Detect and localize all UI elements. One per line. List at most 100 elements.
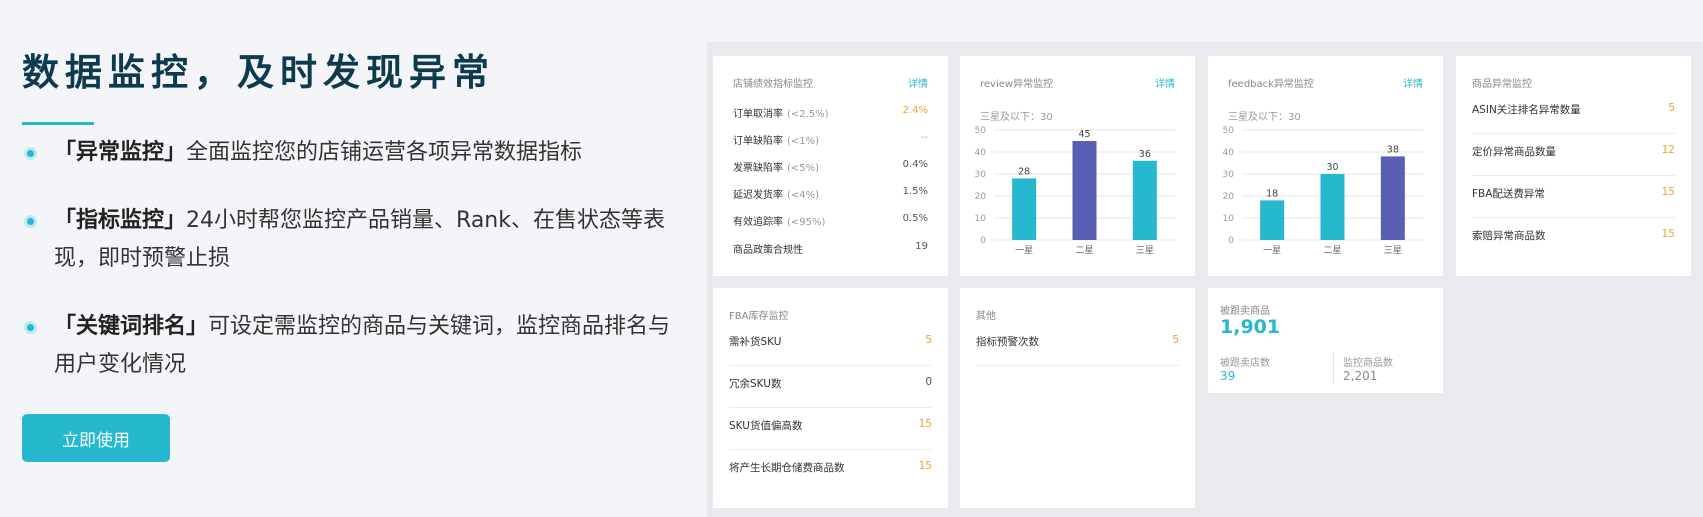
follow-sell-value: 1,901 (1220, 316, 1281, 338)
product-row: ASIN关注排名异常数量 5 (1472, 92, 1675, 134)
feature-item-metrics: 「指标监控」24小时帮您监控产品销量、Rank、在售状态等表现，即时预警止损 (22, 202, 672, 278)
row-value: 0 (925, 376, 932, 388)
details-link[interactable]: 详情 (908, 75, 928, 90)
bar (1012, 178, 1037, 240)
y-tick-label: 40 (1223, 148, 1235, 158)
product-row: 索赔异常商品数 15 (1472, 218, 1675, 260)
divider (1333, 352, 1334, 384)
feedback-bar-chart: 0 10 20 30 40 50 18 一星 30 二星 38 三星 (1223, 126, 1423, 256)
feature-highlight: 「关键词排名」 (54, 314, 209, 339)
row-value: 15 (1661, 228, 1675, 240)
use-now-button[interactable]: 立即使用 (22, 414, 170, 462)
y-tick-label: 30 (1223, 170, 1235, 180)
y-tick-label: 0 (980, 236, 986, 246)
review-bar-chart: 0 10 20 30 40 50 28 一星 45 二星 36 三星 (975, 126, 1175, 256)
y-tick-label: 20 (975, 192, 987, 202)
row-value: 12 (1661, 144, 1675, 156)
metric-label: 订单缺陷率 (733, 136, 783, 147)
row-label: 需补货SKU (729, 336, 782, 348)
feature-highlight: 「异常监控」 (54, 140, 187, 165)
metric-label: 订单取消率 (733, 109, 783, 120)
row-label: 定价异常商品数量 (1472, 146, 1556, 158)
row-value: 15 (918, 418, 932, 430)
metric-condition: (<1%) (787, 136, 820, 147)
review-monitor-card: review异常监控 详情 三星及以下：30 0 10 20 30 40 50 28 一星 45… (960, 56, 1195, 276)
feature-item-keywords: 「关键词排名」可设定需监控的商品与关键词，监控商品排名与用户变化情况 (22, 308, 672, 384)
other-row: 指标预警次数 5 (976, 324, 1179, 366)
fba-row: 需补货SKU 5 (729, 324, 932, 366)
title-underline (22, 122, 94, 125)
monitored-products-value: 2,201 (1343, 369, 1378, 383)
row-value: 15 (1661, 186, 1675, 198)
fba-inventory-card: FBA库存监控 需补货SKU 5 冗余SKU数 0 SKU货值偏高数 15 将产… (713, 288, 948, 508)
y-tick-label: 50 (975, 126, 987, 136)
metric-label: 延迟发货率 (733, 190, 783, 201)
product-anomaly-card: 商品异常监控 ASIN关注排名异常数量 5 定价异常商品数量 12 FBA配送费… (1456, 56, 1691, 276)
card-title: 店铺绩效指标监控 (733, 79, 813, 90)
feature-item-anomaly: 「异常监控」全面监控您的店铺运营各项异常数据指标 (22, 134, 672, 172)
row-value: 5 (1172, 334, 1179, 346)
feature-highlight: 「指标监控」 (54, 208, 187, 233)
row-label: 指标预警次数 (976, 336, 1039, 348)
metric-row: 发票缺陷率 (<5%) 0.4% (733, 159, 928, 179)
bullet-icon (24, 215, 37, 228)
row-label: SKU货值偏高数 (729, 420, 803, 432)
feature-text: 「指标监控」24小时帮您监控产品销量、Rank、在售状态等表现，即时预警止损 (22, 202, 672, 278)
row-label: 将产生长期仓储费商品数 (729, 462, 845, 474)
bar (1320, 174, 1345, 240)
x-tick-label: 一星 (1263, 245, 1281, 256)
metric-label: 有效追踪率 (733, 217, 783, 228)
product-row: FBA配送费异常 15 (1472, 176, 1675, 218)
follow-sell-label: 被跟卖商品 (1220, 306, 1270, 317)
feature-text: 「关键词排名」可设定需监控的商品与关键词，监控商品排名与用户变化情况 (22, 308, 672, 384)
fba-row: 冗余SKU数 0 (729, 366, 932, 408)
data-label: 38 (1387, 144, 1399, 155)
row-value: 5 (925, 334, 932, 346)
x-tick-label: 三星 (1136, 245, 1154, 256)
hero-title: 数据监控，及时发现异常 (22, 51, 495, 94)
bullet-icon (24, 147, 37, 160)
metric-value: 2.4% (902, 105, 928, 116)
x-tick-label: 一星 (1015, 245, 1033, 256)
data-label: 30 (1326, 162, 1338, 173)
fba-row: 将产生长期仓储费商品数 15 (729, 450, 932, 492)
metric-row: 商品政策合规性 19 (733, 241, 928, 261)
metric-value: 1.5% (902, 186, 928, 197)
metric-condition: (<4%) (787, 190, 820, 201)
row-label: FBA配送费异常 (1472, 188, 1545, 200)
metric-condition: (<2.5%) (787, 109, 829, 120)
y-tick-label: 20 (1223, 192, 1235, 202)
y-tick-label: 10 (1223, 214, 1235, 224)
x-tick-label: 二星 (1075, 245, 1093, 256)
fba-row: SKU货值偏高数 15 (729, 408, 932, 450)
metric-value: 0.5% (902, 213, 928, 224)
follow-sell-card: 被跟卖商品 1,901 被跟卖店数 39 监控商品数 2,201 (1208, 288, 1443, 393)
row-label: ASIN关注排名异常数量 (1472, 104, 1581, 116)
metric-row: 订单取消率 (<2.5%) 2.4% (733, 105, 928, 125)
row-label: 冗余SKU数 (729, 378, 782, 390)
row-label: 索赔异常商品数 (1472, 230, 1546, 242)
row-value: 15 (918, 460, 932, 472)
data-label: 45 (1078, 129, 1090, 140)
y-tick-label: 30 (975, 170, 987, 180)
card-title: 其他 (976, 311, 996, 322)
y-tick-label: 50 (1223, 126, 1235, 136)
data-label: 18 (1266, 188, 1278, 199)
bar (1260, 200, 1285, 240)
y-tick-label: 40 (975, 148, 987, 158)
data-label: 28 (1018, 166, 1030, 177)
follow-stores-label: 被跟卖店数 (1220, 358, 1270, 369)
card-title: 商品异常监控 (1472, 79, 1532, 90)
metric-value: 19 (915, 241, 928, 252)
feedback-monitor-card: feedback异常监控 详情 三星及以下：30 0 10 20 30 40 50 18 一星… (1208, 56, 1443, 276)
feature-text: 「异常监控」全面监控您的店铺运营各项异常数据指标 (22, 134, 672, 172)
bullet-icon (24, 321, 37, 334)
metric-label: 发票缺陷率 (733, 163, 783, 174)
bar (1132, 160, 1157, 240)
product-row: 定价异常商品数量 12 (1472, 134, 1675, 176)
y-tick-label: 10 (975, 214, 987, 224)
bar (1072, 141, 1097, 240)
metric-label: 商品政策合规性 (733, 245, 803, 256)
metric-condition: (<5%) (787, 163, 820, 174)
feature-description: 全面监控您的店铺运营各项异常数据指标 (186, 140, 583, 165)
